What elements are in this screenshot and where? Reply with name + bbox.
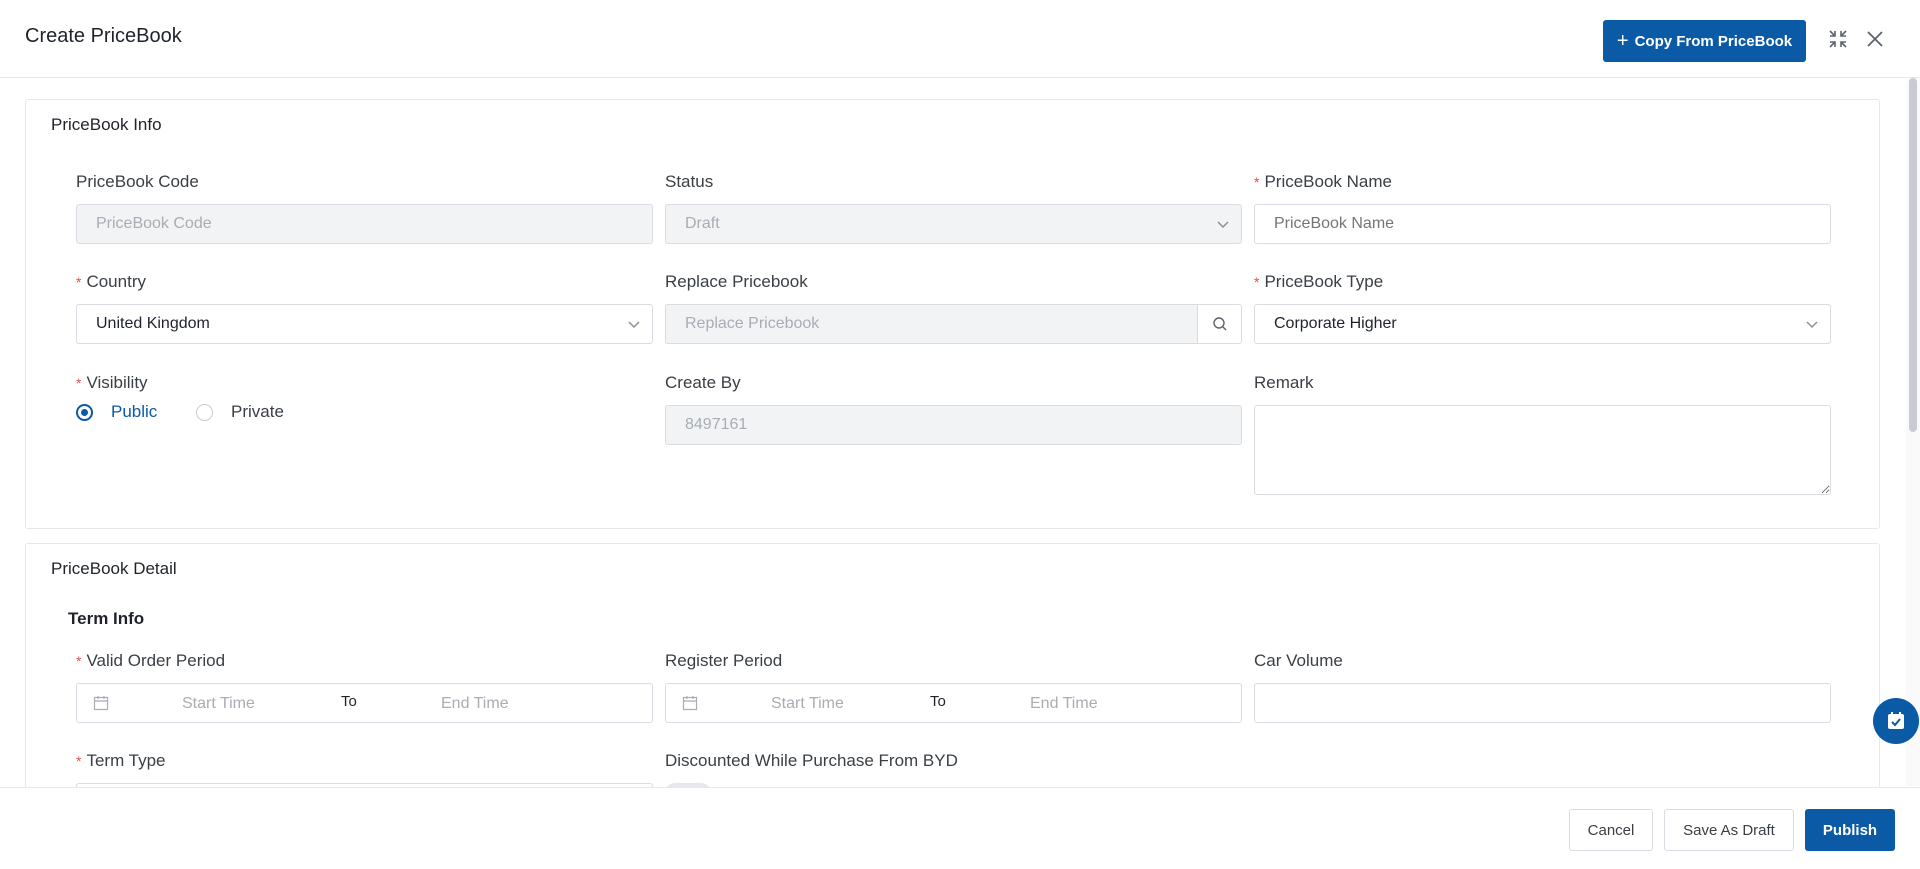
publish-button[interactable]: Publish bbox=[1805, 809, 1895, 851]
pricebook-detail-section: PriceBook Detail Term Info * Valid Order … bbox=[25, 543, 1880, 787]
pricebook-name-input[interactable] bbox=[1254, 204, 1831, 244]
page-title: Create PriceBook bbox=[25, 25, 182, 47]
dialog-header: Create PriceBook + Copy From PriceBook bbox=[0, 0, 1920, 78]
pricebook-info-section: PriceBook Info PriceBook Code PriceBook … bbox=[25, 99, 1880, 529]
remark-textarea[interactable] bbox=[1254, 405, 1831, 495]
copy-from-pricebook-button[interactable]: + Copy From PriceBook bbox=[1603, 20, 1806, 62]
visibility-private-radio[interactable]: Private bbox=[196, 402, 284, 422]
plus-icon: + bbox=[1616, 30, 1629, 52]
discounted-label: Discounted While Purchase From BYD bbox=[665, 751, 958, 770]
calendar-icon bbox=[93, 696, 109, 711]
status-label: Status bbox=[665, 172, 714, 191]
radio-circle bbox=[196, 403, 213, 421]
country-label: * Country bbox=[76, 272, 146, 291]
range-separator: To bbox=[930, 693, 946, 710]
replace-pricebook-input: Replace Pricebook bbox=[665, 304, 1198, 344]
pricebook-name-label: * PriceBook Name bbox=[1254, 172, 1393, 191]
search-icon bbox=[1212, 317, 1226, 331]
car-volume-label: Car Volume bbox=[1254, 651, 1343, 670]
create-by-input: 8497161 bbox=[665, 405, 1242, 445]
end-time-placeholder: End Time bbox=[441, 695, 509, 712]
calendar-icon bbox=[682, 696, 698, 711]
pricebook-code-label: PriceBook Code bbox=[76, 172, 199, 191]
collapse-icon[interactable] bbox=[1826, 27, 1850, 51]
chevron-down-icon bbox=[1806, 321, 1818, 329]
section-title: PriceBook Detail bbox=[51, 559, 177, 578]
dialog-footer: Cancel Save As Draft Publish bbox=[0, 787, 1920, 869]
car-volume-input[interactable] bbox=[1254, 683, 1831, 723]
floating-checklist-button[interactable] bbox=[1873, 698, 1919, 744]
replace-pricebook-label: Replace Pricebook bbox=[665, 272, 808, 291]
replace-pricebook-search-button[interactable] bbox=[1197, 304, 1242, 344]
scrollbar-thumb[interactable] bbox=[1909, 78, 1917, 432]
visibility-label: * Visibility bbox=[76, 373, 148, 392]
visibility-public-radio[interactable]: Public bbox=[76, 402, 157, 422]
term-info-heading: Term Info bbox=[68, 609, 145, 628]
dialog-content: PriceBook Info PriceBook Code PriceBook … bbox=[0, 79, 1920, 787]
copy-from-pricebook-label: Copy From PriceBook bbox=[1634, 32, 1793, 50]
chevron-down-icon bbox=[1217, 221, 1229, 229]
close-icon[interactable] bbox=[1863, 27, 1887, 51]
status-select: Draft bbox=[665, 204, 1242, 244]
pricebook-type-select[interactable]: Corporate Higher bbox=[1254, 304, 1831, 344]
register-period-range[interactable]: Start Time To End Time bbox=[665, 683, 1242, 723]
section-title: PriceBook Info bbox=[51, 115, 162, 134]
scrollbar[interactable] bbox=[1906, 78, 1920, 786]
cancel-button[interactable]: Cancel bbox=[1569, 809, 1653, 851]
remark-label: Remark bbox=[1254, 373, 1314, 392]
start-time-placeholder: Start Time bbox=[182, 695, 255, 712]
country-select[interactable]: United Kingdom bbox=[76, 304, 653, 344]
valid-order-period-label: * Valid Order Period bbox=[76, 651, 226, 670]
term-type-label: * Term Type bbox=[76, 751, 166, 770]
register-period-label: Register Period bbox=[665, 651, 783, 670]
range-separator: To bbox=[341, 693, 357, 710]
end-time-placeholder: End Time bbox=[1030, 695, 1098, 712]
pricebook-code-input: PriceBook Code bbox=[76, 204, 653, 244]
valid-order-period-range[interactable]: Start Time To End Time bbox=[76, 683, 653, 723]
checklist-icon bbox=[1888, 712, 1904, 729]
save-as-draft-button[interactable]: Save As Draft bbox=[1664, 809, 1794, 851]
start-time-placeholder: Start Time bbox=[771, 695, 844, 712]
chevron-down-icon bbox=[628, 321, 640, 329]
pricebook-type-label: * PriceBook Type bbox=[1254, 272, 1384, 291]
radio-circle bbox=[76, 403, 93, 421]
create-by-label: Create By bbox=[665, 373, 741, 392]
